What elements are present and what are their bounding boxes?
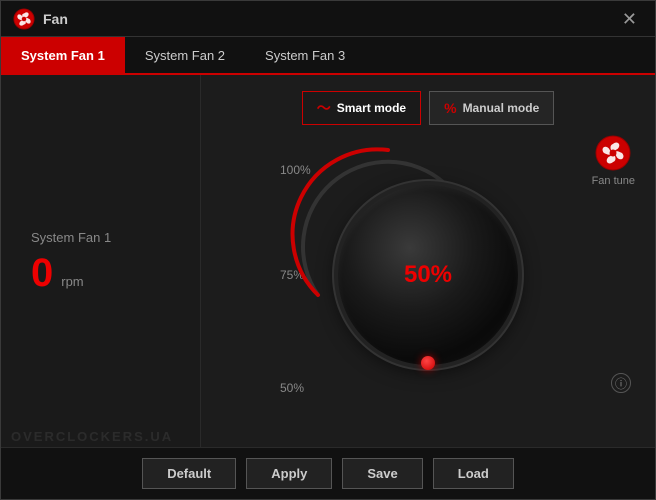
scale-50-label: 50% <box>280 381 304 395</box>
left-panel: System Fan 1 0 rpm <box>1 75 201 447</box>
tab-bar: System Fan 1 System Fan 2 System Fan 3 <box>1 37 655 75</box>
fan-rpm-unit: rpm <box>61 274 83 289</box>
fan-knob[interactable]: 50% <box>338 185 518 365</box>
fan-tune-label: Fan tune <box>592 175 635 187</box>
title-left: Fan <box>13 8 68 30</box>
fan-tune-button[interactable]: Fan tune <box>592 135 635 187</box>
tab-system-fan-2[interactable]: System Fan 2 <box>125 37 245 73</box>
info-icon[interactable]: ⓘ <box>611 373 631 393</box>
save-button[interactable]: Save <box>342 458 422 489</box>
mode-buttons: 〜 Smart mode % Manual mode <box>302 91 555 125</box>
smart-mode-icon: 〜 <box>317 98 331 118</box>
apply-button[interactable]: Apply <box>246 458 332 489</box>
fan-tune-icon <box>595 135 631 171</box>
smart-mode-button[interactable]: 〜 Smart mode <box>302 91 421 125</box>
app-icon <box>13 8 35 30</box>
watermark: OVERCLOCKERS.UA <box>11 429 173 444</box>
close-button[interactable]: ✕ <box>616 8 643 30</box>
manual-mode-button[interactable]: % Manual mode <box>429 91 554 125</box>
fan-name-label: System Fan 1 <box>31 230 170 245</box>
bottom-bar: Default Apply Save Load <box>1 447 655 499</box>
title-bar: Fan ✕ <box>1 1 655 37</box>
tab-system-fan-1[interactable]: System Fan 1 <box>1 37 125 73</box>
smart-mode-label: Smart mode <box>337 101 406 115</box>
manual-mode-icon: % <box>444 100 456 116</box>
manual-mode-label: Manual mode <box>463 101 540 115</box>
knob-indicator-dot <box>421 356 435 370</box>
window-title: Fan <box>43 11 68 27</box>
fan-rpm-value: 0 <box>31 253 53 293</box>
main-window: Fan ✕ System Fan 1 System Fan 2 System F… <box>0 0 656 500</box>
default-button[interactable]: Default <box>142 458 236 489</box>
right-panel: 〜 Smart mode % Manual mode 100% 75% 50% <box>201 75 655 447</box>
knob-container: 100% 75% 50% 50% <box>298 145 558 405</box>
main-content: System Fan 1 0 rpm 〜 Smart mode % Manual… <box>1 75 655 447</box>
tab-system-fan-3[interactable]: System Fan 3 <box>245 37 365 73</box>
load-button[interactable]: Load <box>433 458 514 489</box>
knob-value-label: 50% <box>404 261 452 289</box>
